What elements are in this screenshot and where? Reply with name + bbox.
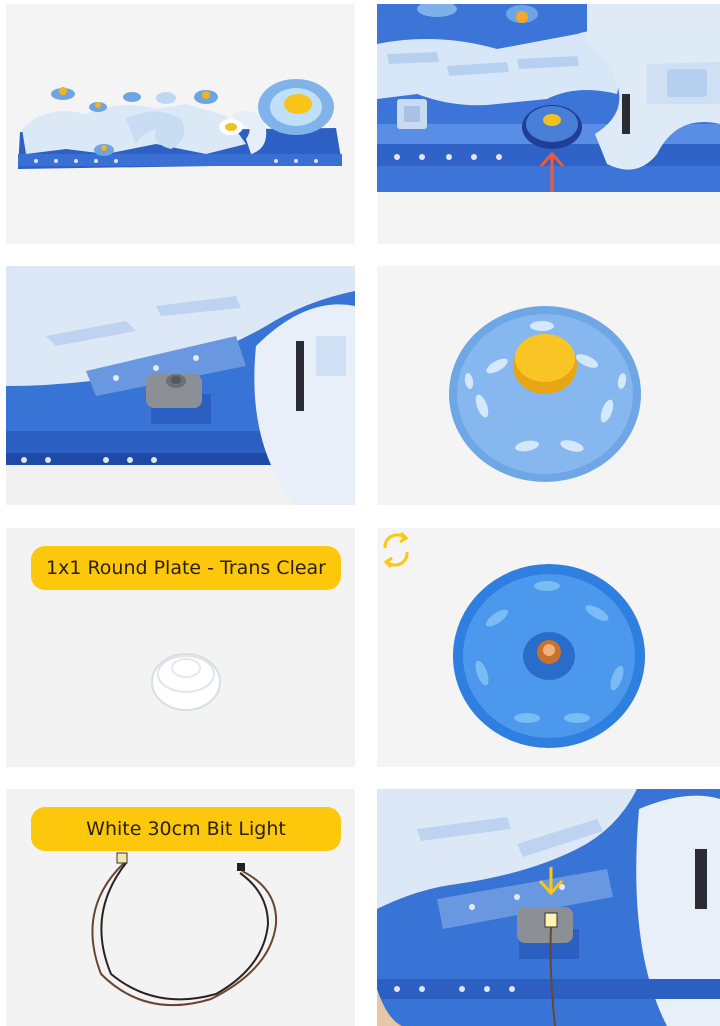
trans-clear-plate-image [151, 653, 221, 711]
step-1-panel [6, 4, 355, 244]
step-5-panel: 1x1 Round Plate - Trans Clear [6, 528, 355, 767]
step-7-panel: White 30cm Bit Light [6, 789, 355, 1026]
up-arrow-indicator [539, 151, 565, 192]
planet-dish-top-image [377, 266, 720, 505]
step-3-panel [6, 266, 355, 505]
step-2-panel [377, 4, 720, 244]
bit-light-cable-image [91, 852, 278, 1007]
overview-build-image [6, 4, 355, 244]
planet-dish-underside-image [377, 528, 720, 767]
grey-base-image [6, 266, 355, 505]
rotate-icon [383, 531, 409, 569]
down-arrow-indicator [538, 867, 564, 896]
step-6-panel [377, 528, 720, 767]
step-4-panel [377, 266, 720, 505]
step-8-panel [377, 789, 720, 1026]
